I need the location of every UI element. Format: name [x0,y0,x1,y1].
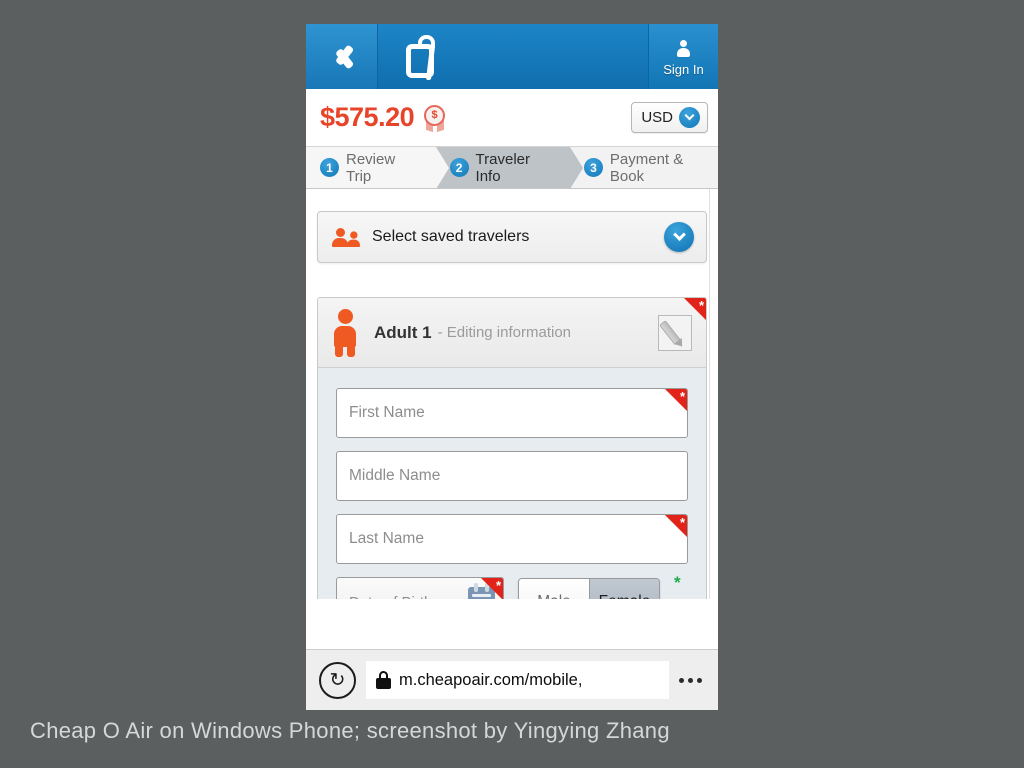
dob-placeholder: Date of Birth [349,594,432,600]
traveler-form: First Name * Middle Name Last Name * * * [318,368,706,599]
people-icon [332,227,360,247]
traveler-subtitle: - Editing information [437,324,572,341]
person-icon [677,40,690,60]
required-flag: * [481,578,503,599]
first-name-placeholder: First Name [349,404,425,421]
tab-review-trip[interactable]: 1 Review Trip [306,147,449,189]
required-asterisk: * [698,298,704,313]
phone-screen: Sign In $575.20 $ USD 1 Review Trip 2 Tr… [306,24,718,710]
traveler-panel-adult-1: Adult 1 - Editing information * First Na… [317,297,707,599]
app-logo[interactable] [378,24,648,89]
middle-name-placeholder: Middle Name [349,467,441,484]
traveler-panel-header[interactable]: Adult 1 - Editing information * [318,298,706,368]
tab-label: Traveler Info [475,150,530,185]
tab-payment-and-book[interactable]: 3 Payment & Book [569,147,718,188]
first-name-input[interactable]: First Name * [336,388,688,438]
chevron-down-circle-icon[interactable] [664,222,694,252]
date-of-birth-input[interactable]: Date of Birth * [336,577,504,599]
ellipsis-icon[interactable] [679,677,702,683]
last-name-placeholder: Last Name [349,530,424,547]
dob-gender-row: Date of Birth * Male Female * [336,573,688,599]
required-flag: * [665,389,687,411]
back-button[interactable] [306,24,378,89]
last-name-input[interactable]: Last Name * [336,514,688,564]
browser-toolbar: ↻ m.cheapoair.com/mobile, [306,649,718,710]
slide-caption: Cheap O Air on Windows Phone; screenshot… [30,718,670,743]
scrollbar[interactable] [709,189,718,599]
required-flag: * [665,515,687,537]
total-price: $575.20 [320,102,415,132]
reload-icon[interactable]: ↻ [319,661,356,699]
padlock-icon [376,671,391,689]
tab-traveler-info[interactable]: 2 Traveler Info [435,147,584,189]
price-seal-glyph: $ [424,104,446,126]
currency-selector[interactable]: USD [631,102,708,133]
suitcase-logo-icon [404,34,448,80]
required-flag: * [684,298,706,320]
gender-toggle[interactable]: Male Female [518,578,660,599]
required-asterisk: * [679,389,685,404]
currency-label: USD [641,109,673,126]
app-header: Sign In [306,24,718,89]
url-text: m.cheapoair.com/mobile, [399,670,583,689]
required-asterisk: * [495,578,501,593]
chevron-left-icon [331,40,353,74]
address-bar[interactable]: m.cheapoair.com/mobile, [366,661,669,699]
traveler-title: Adult 1 [374,322,432,342]
middle-name-input[interactable]: Middle Name [336,451,688,501]
saved-travelers-label: Select saved travelers [372,228,530,245]
select-saved-travelers-button[interactable]: Select saved travelers [317,211,707,263]
price-seal-icon: $ [423,104,447,132]
step-number: 2 [449,158,469,177]
tab-label: Payment & Book [609,150,684,185]
optional-asterisk: * [674,573,681,592]
page-content: Select saved travelers Adult 1 - Editing… [306,189,718,599]
gender-option-male[interactable]: Male [519,579,589,599]
sign-in-label: Sign In [663,62,704,77]
gender-option-female[interactable]: Female [589,579,659,599]
sign-in-button[interactable]: Sign In [648,24,718,89]
chevron-down-icon [679,107,700,128]
step-number: 3 [583,158,603,177]
required-asterisk: * [679,515,685,530]
person-figure-icon [332,308,358,357]
step-number: 1 [320,158,339,177]
tab-label: Review Trip [346,150,396,185]
price-bar: $575.20 $ USD [306,89,718,147]
step-tabs: 1 Review Trip 2 Traveler Info 3 Payment … [306,147,718,189]
